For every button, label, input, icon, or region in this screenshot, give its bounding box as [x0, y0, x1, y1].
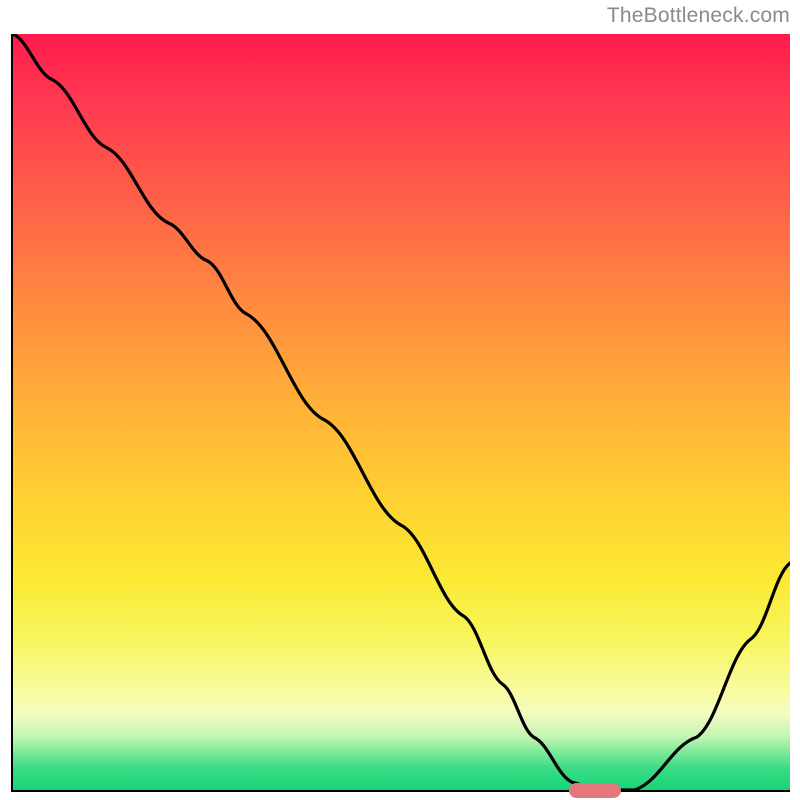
- bottleneck-curve: [13, 34, 790, 790]
- chart-container: TheBottleneck.com: [0, 0, 800, 800]
- selected-range-marker: [569, 783, 621, 798]
- plot-area: [13, 34, 790, 790]
